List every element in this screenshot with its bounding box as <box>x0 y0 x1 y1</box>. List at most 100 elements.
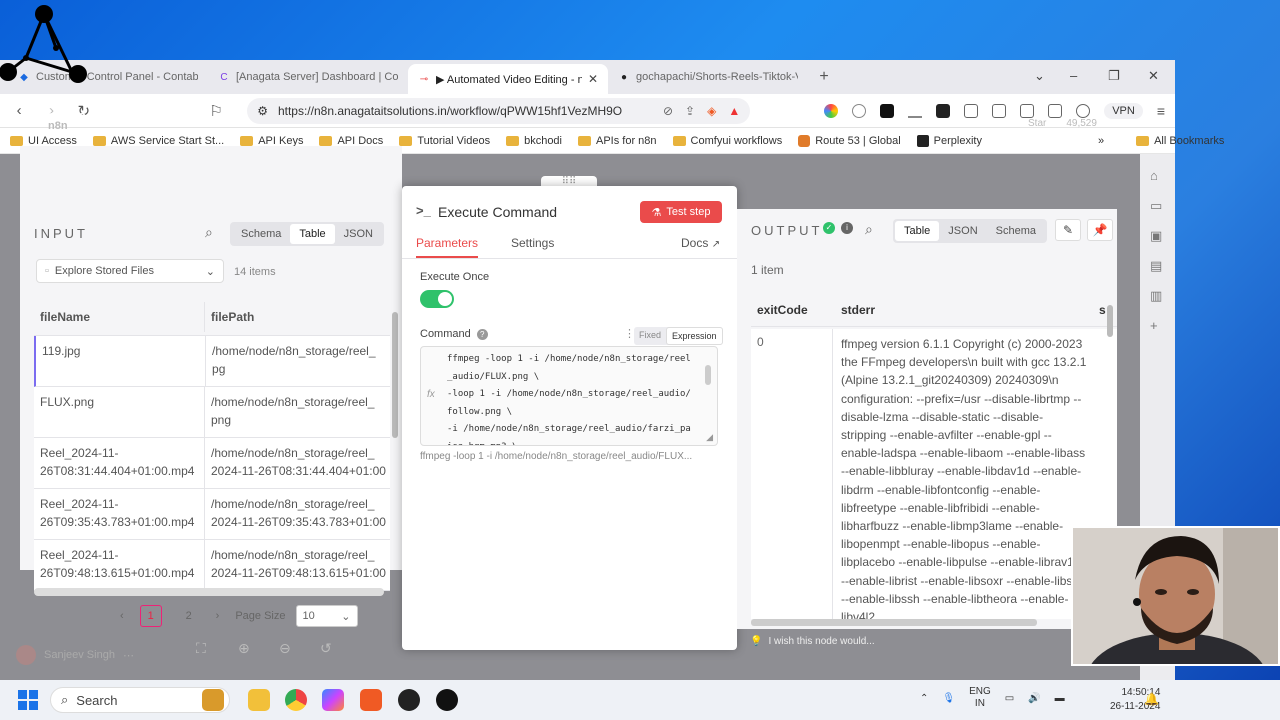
copilot-icon[interactable] <box>322 689 344 711</box>
brave-rewards-icon[interactable]: ▲ <box>728 104 740 118</box>
table-row[interactable]: 119.jpg/home/node/n8n_storage/reel_ pg <box>34 336 390 387</box>
output-mode-table[interactable]: Table <box>895 221 940 241</box>
share-icon[interactable]: ⇪ <box>685 104 695 118</box>
extension-dark-icon[interactable] <box>936 103 951 118</box>
wallet-icon[interactable]: ▣ <box>1150 228 1162 244</box>
pin-data-icon[interactable]: 📌 <box>1087 219 1113 241</box>
panel-icon[interactable]: ▭ <box>1150 198 1162 214</box>
edit-icon[interactable]: ✎ <box>1055 219 1081 241</box>
microphone-icon[interactable]: 🎙 <box>942 693 955 704</box>
resize-icon[interactable]: ◢ <box>706 432 713 443</box>
bookmark-icon[interactable]: ⚐ <box>207 102 225 120</box>
fit-view-icon[interactable]: ⛶ <box>196 640 206 657</box>
search-icon[interactable]: ⌕ <box>205 224 213 241</box>
plus-icon[interactable]: + <box>1150 318 1158 333</box>
output-mode-json[interactable]: JSON <box>939 221 986 241</box>
command-editor[interactable]: fx ffmpeg -loop 1 -i /home/node/n8n_stor… <box>420 346 718 446</box>
wallet-icon[interactable] <box>1048 103 1063 118</box>
input-mode-json[interactable]: JSON <box>335 224 382 244</box>
all-bookmarks[interactable]: All Bookmarks <box>1136 135 1224 147</box>
tab-parameters[interactable]: Parameters <box>416 236 479 258</box>
execute-once-toggle[interactable] <box>420 290 454 308</box>
brave-icon[interactable] <box>360 689 382 711</box>
fixed-option[interactable]: Fixed <box>634 327 666 345</box>
site-info-icon[interactable]: ⚙ <box>257 104 268 118</box>
table-row[interactable]: Reel_2024-11- 26T08:31:44.404+01:00.mp4/… <box>34 438 390 489</box>
command-code[interactable]: ffmpeg -loop 1 -i /home/node/n8n_storage… <box>447 351 707 445</box>
bookmark-item[interactable]: UI Access <box>10 135 77 147</box>
more-icon[interactable]: ⋯ <box>123 649 134 662</box>
extension-line-icon[interactable] <box>908 104 923 118</box>
node-title[interactable]: Execute Command <box>438 204 557 220</box>
vpn-button[interactable]: VPN <box>1104 102 1143 119</box>
back-to-canvas-button[interactable]: ← Back to canvas <box>20 108 134 123</box>
page-1[interactable]: 1 <box>139 605 162 627</box>
bookmark-item[interactable]: Tutorial Videos <box>399 135 490 147</box>
tab-n8n[interactable]: ⊸ ▶ Automated Video Editing - n ✕ <box>408 64 608 94</box>
table-row[interactable]: FLUX.png/home/node/n8n_storage/reel_ png <box>34 387 390 438</box>
input-horizontal-scrollbar[interactable] <box>34 588 384 596</box>
brave-shield-icon[interactable]: ◈ <box>707 104 716 118</box>
bookmark-item[interactable]: API Docs <box>319 135 383 147</box>
tab-list-icon[interactable]: ⌄ <box>1034 68 1045 84</box>
page-size-select[interactable]: 10 ⌄ <box>295 605 358 627</box>
user-menu[interactable]: Sanjeev Singh ⋯ <box>16 645 134 665</box>
file-explorer-icon[interactable] <box>248 689 270 711</box>
address-bar[interactable]: ⚙ https://n8n.anagataitsolutions.in/work… <box>247 97 751 124</box>
test-step-button[interactable]: ⚗ Test step <box>640 201 722 223</box>
command-scrollbar[interactable] <box>705 365 711 385</box>
chrome-icon[interactable] <box>285 689 307 711</box>
book-icon[interactable]: ▥ <box>1150 288 1162 304</box>
close-window-icon[interactable]: ✕ <box>1148 68 1159 84</box>
prev-page-icon[interactable]: ‹ <box>120 610 124 622</box>
note-icon[interactable]: ▤ <box>1150 258 1162 274</box>
volume-icon[interactable]: 🔊 <box>1028 693 1040 704</box>
maximize-icon[interactable]: ❐ <box>1108 68 1120 84</box>
battery-icon[interactable]: ▬ <box>1055 693 1065 704</box>
undo-icon[interactable]: ↺ <box>320 640 332 657</box>
zoom-in-icon[interactable]: ⊕ <box>238 640 250 657</box>
bookmark-item[interactable]: Route 53 | Global <box>798 134 901 147</box>
close-tab-icon[interactable]: ✕ <box>588 72 598 86</box>
next-page-icon[interactable]: › <box>216 610 220 622</box>
bookmark-item[interactable]: Comfyui workflows <box>672 135 782 147</box>
menu-icon[interactable]: ≡ <box>1157 103 1165 119</box>
input-mode-schema[interactable]: Schema <box>232 224 290 244</box>
bookmark-item[interactable]: API Keys <box>240 135 303 147</box>
extensions-puzzle-icon[interactable] <box>964 103 979 118</box>
output-mode-schema[interactable]: Schema <box>987 221 1045 241</box>
tab-github[interactable]: ● gochapachi/Shorts-Reels-Tiktok-Vi <box>608 63 808 91</box>
table-row[interactable]: Reel_2024-11- 26T09:48:13.615+01:00.mp4/… <box>34 540 390 591</box>
minimize-icon[interactable]: – <box>1070 68 1077 83</box>
help-icon[interactable]: ? <box>476 328 488 340</box>
zoom-out-icon[interactable]: ⊖ <box>279 640 291 657</box>
pin-icon[interactable]: ⌂ <box>1150 168 1158 183</box>
notification-icon[interactable]: 🔔 <box>1144 692 1159 706</box>
tracking-icon[interactable]: ⊘ <box>663 104 673 118</box>
input-mode-table[interactable]: Table <box>290 224 335 244</box>
extension-color-icon[interactable] <box>824 103 839 118</box>
display-icon[interactable]: ▭ <box>1005 693 1014 704</box>
extension-compass-icon[interactable] <box>852 103 867 118</box>
chevron-up-icon[interactable]: ⌃ <box>920 693 928 704</box>
expression-option[interactable]: Expression <box>666 327 723 345</box>
page-2[interactable]: 2 <box>178 605 200 627</box>
widget-icon[interactable] <box>202 689 224 711</box>
app-icon[interactable] <box>436 689 458 711</box>
input-vertical-scrollbar[interactable] <box>392 312 398 438</box>
bookmark-item[interactable]: AWS Service Start St... <box>92 135 224 147</box>
output-horizontal-scrollbar[interactable] <box>751 619 1037 626</box>
info-icon[interactable]: i <box>841 222 853 234</box>
more-bookmarks-icon[interactable]: » <box>1098 135 1104 147</box>
bookmark-item[interactable]: Perplexity <box>916 134 982 147</box>
music-icon[interactable] <box>992 103 1007 118</box>
language-indicator[interactable]: ENG IN <box>969 686 991 710</box>
github-star-button[interactable]: Star 49,529 <box>1028 118 1097 129</box>
tab-settings[interactable]: Settings <box>511 236 554 250</box>
docs-link[interactable]: Docs ↗ <box>681 236 720 250</box>
leo-icon[interactable] <box>1076 103 1091 118</box>
output-vertical-scrollbar[interactable] <box>1107 305 1113 337</box>
table-row[interactable]: Reel_2024-11- 26T09:35:43.783+01:00.mp4/… <box>34 489 390 540</box>
feedback-prompt[interactable]: 💡 I wish this node would... <box>750 636 875 647</box>
new-tab-button[interactable]: + <box>812 65 836 89</box>
